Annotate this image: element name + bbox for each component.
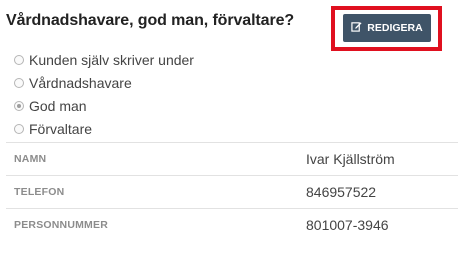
info-value: Ivar Kjällström (306, 151, 395, 167)
info-label: PERSONNUMMER (14, 219, 108, 231)
signer-radio-group: Kunden själv skriver under Vårdnadshavar… (14, 48, 194, 140)
radio-option[interactable]: Förvaltare (14, 117, 194, 140)
edit-button[interactable]: REDIGERA (343, 14, 431, 42)
info-label: TELEFON (14, 186, 65, 198)
info-row-phone: TELEFON 846957522 (6, 175, 458, 208)
info-table: NAMN Ivar Kjällström TELEFON 846957522 P… (6, 142, 458, 241)
radio-option-label: Vårdnadshavare (29, 74, 132, 91)
edit-button-label: REDIGERA (367, 22, 423, 34)
info-row-name: NAMN Ivar Kjällström (6, 142, 458, 175)
radio-option[interactable]: Vårdnadshavare (14, 71, 194, 94)
radio-option-label: God man (29, 97, 87, 114)
info-label: NAMN (14, 153, 47, 165)
radio-option[interactable]: God man (14, 94, 194, 117)
radio-circle[interactable] (14, 54, 24, 65)
radio-option-label: Kunden själv skriver under (29, 51, 194, 68)
section-title: Vårdnadshavare, god man, förvaltare? (6, 12, 295, 29)
radio-option[interactable]: Kunden själv skriver under (14, 48, 194, 71)
radio-circle[interactable] (14, 100, 24, 111)
edit-icon (351, 21, 362, 35)
radio-option-label: Förvaltare (29, 120, 93, 137)
radio-circle[interactable] (14, 77, 24, 88)
info-row-personnummer: PERSONNUMMER 801007-3946 (6, 208, 458, 241)
info-value: 846957522 (306, 184, 377, 200)
radio-circle[interactable] (14, 123, 24, 134)
info-value: 801007-3946 (306, 217, 389, 233)
